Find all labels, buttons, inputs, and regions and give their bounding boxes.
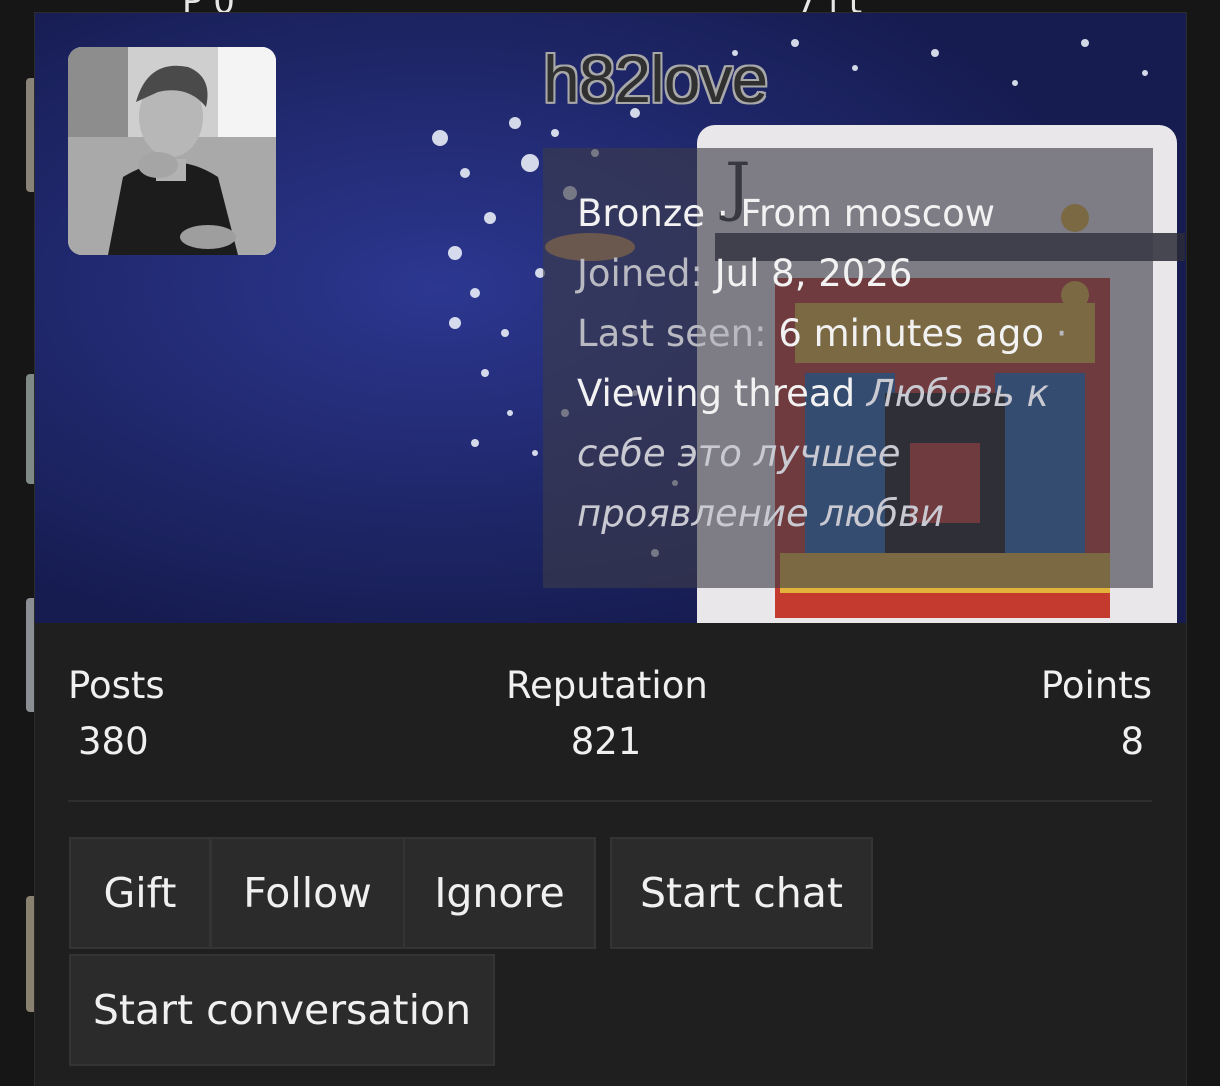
- username[interactable]: h82love: [543, 41, 768, 117]
- points-value: 8: [1120, 720, 1144, 763]
- reputation-label: Reputation: [506, 664, 708, 707]
- activity-prefix: Viewing thread: [577, 372, 856, 415]
- gift-button[interactable]: Gift: [69, 837, 211, 949]
- separator: ·: [716, 192, 729, 235]
- stat-points[interactable]: Points 8: [1041, 658, 1152, 770]
- last-seen-time: 6 minutes ago: [778, 312, 1044, 355]
- avatar-photo-icon: [68, 47, 276, 255]
- joined-line: Joined: Jul 8, 2026: [577, 244, 1123, 304]
- divider: [68, 800, 1152, 802]
- start-chat-button[interactable]: Start chat: [610, 837, 873, 949]
- follow-button[interactable]: Follow: [210, 837, 405, 949]
- user-location[interactable]: moscow: [844, 192, 995, 235]
- points-label: Points: [1040, 664, 1152, 707]
- page: Р 0 7 i t J: [0, 0, 1220, 1086]
- posts-label: Posts: [68, 664, 165, 707]
- current-activity: Viewing thread Любовь к себе это лучшее …: [577, 364, 1123, 544]
- rank-location-line: Bronze · From moscow: [577, 184, 1123, 244]
- last-seen-line: Last seen: 6 minutes ago ·: [577, 304, 1123, 364]
- stat-reputation[interactable]: Reputation 821: [506, 658, 708, 770]
- posts-value: 380: [78, 720, 149, 763]
- ignore-button[interactable]: Ignore: [403, 837, 596, 949]
- joined-label: Joined:: [577, 252, 703, 295]
- profile-banner: J: [35, 13, 1186, 623]
- separator: ·: [1055, 312, 1068, 355]
- joined-date: Jul 8, 2026: [714, 252, 913, 295]
- avatar[interactable]: [68, 47, 276, 255]
- location-prefix: From: [740, 192, 833, 235]
- user-rank: Bronze: [577, 192, 706, 235]
- stat-posts[interactable]: Posts 380: [68, 658, 165, 770]
- reputation-value: 821: [570, 720, 642, 763]
- last-seen-label: Last seen:: [577, 312, 767, 355]
- profile-info-box: Bronze · From moscow Joined: Jul 8, 2026…: [543, 148, 1153, 588]
- start-conversation-button[interactable]: Start conversation: [69, 954, 495, 1066]
- member-stats: Posts 380 Reputation 821 Points 8: [68, 658, 1152, 768]
